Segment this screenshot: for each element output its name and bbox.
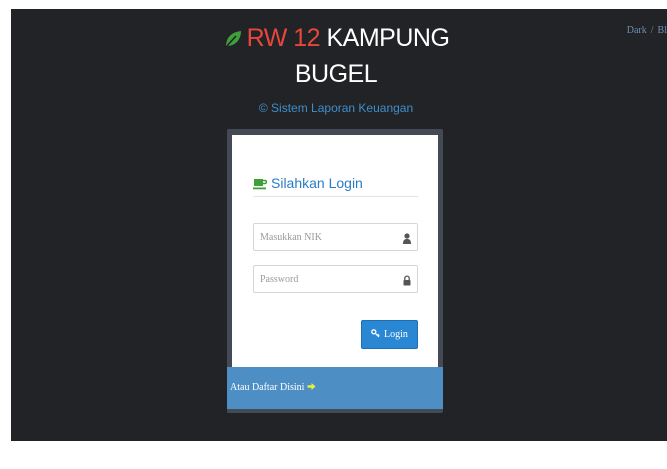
login-page: Dark / Bl RW 12 KAMPUNG BUGEL © Sistem Lap… xyxy=(11,9,667,441)
theme-blue-link[interactable]: Bl xyxy=(658,25,667,36)
nik-input[interactable] xyxy=(254,224,400,250)
register-link-text: Atau Daftar Disini xyxy=(230,382,305,393)
card-footer: Atau Daftar Disini xyxy=(227,367,443,409)
theme-switcher: Dark / Bl xyxy=(627,25,667,36)
title-divider xyxy=(253,196,418,197)
leaf-icon xyxy=(223,26,243,56)
brand-header: RW 12 KAMPUNG BUGEL © Sistem Laporan Keu… xyxy=(211,23,461,115)
password-input[interactable] xyxy=(254,266,400,292)
nik-field[interactable] xyxy=(253,223,418,251)
key-icon xyxy=(371,328,380,341)
theme-separator: / xyxy=(650,25,654,36)
arrow-right-icon xyxy=(307,382,316,394)
password-field[interactable] xyxy=(253,265,418,293)
brand-title-line2: BUGEL xyxy=(294,60,378,88)
lock-icon xyxy=(403,273,411,291)
brand-title: RW 12 KAMPUNG xyxy=(211,23,461,56)
login-card-frame: Silahkan Login Masukkan NIK Login Atau D… xyxy=(227,129,443,413)
login-button-label: Login xyxy=(384,329,408,340)
login-title: Silahkan Login xyxy=(253,175,363,193)
login-title-text: Silahkan Login xyxy=(271,175,363,191)
brand-title-white: KAMPUNG xyxy=(326,24,450,52)
brand-subtitle: © Sistem Laporan Keuangan xyxy=(258,101,414,115)
coffee-icon xyxy=(253,177,268,193)
login-button[interactable]: Login xyxy=(361,320,418,349)
register-link[interactable]: Atau Daftar Disini xyxy=(230,382,316,394)
login-card: Silahkan Login Masukkan NIK Login xyxy=(232,135,438,367)
brand-title-red: RW 12 xyxy=(246,24,321,52)
theme-dark-link[interactable]: Dark xyxy=(627,25,647,36)
user-icon xyxy=(403,231,411,249)
